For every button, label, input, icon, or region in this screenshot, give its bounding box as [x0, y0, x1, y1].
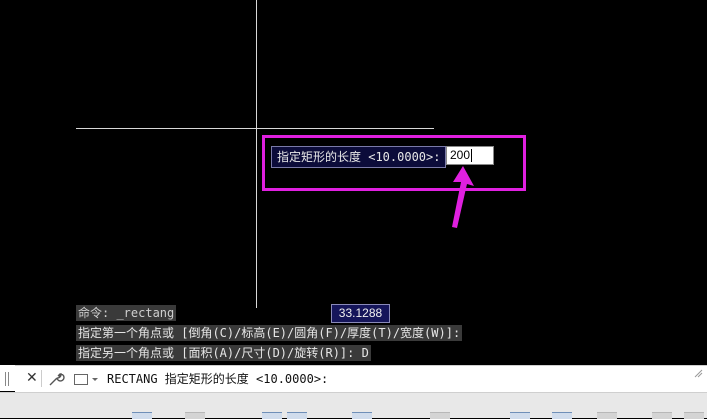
- status-toggle[interactable]: [132, 412, 152, 419]
- status-toggle[interactable]: [684, 412, 704, 419]
- resize-corner-icon[interactable]: [693, 368, 703, 378]
- status-toggle[interactable]: [262, 412, 282, 419]
- status-toggle[interactable]: [185, 412, 205, 419]
- command-line: ✕ RECTANG 指定矩形的长度 <10.0000>:: [15, 365, 707, 392]
- grip-handle-icon: [5, 372, 9, 386]
- status-bar: [0, 392, 707, 419]
- dynamic-input-prompt: 指定矩形的长度 <10.0000>:: [271, 146, 447, 168]
- status-toggle[interactable]: [287, 412, 307, 419]
- command-history-line: 指定另一个角点或 [面积(A)/尺寸(D)/旋转(R)]: D: [76, 345, 371, 361]
- drawing-canvas[interactable]: 指定矩形的长度 <10.0000>: 200 33.1288 命令: _rect…: [0, 0, 707, 365]
- coordinate-tooltip: 33.1288: [331, 304, 390, 323]
- crosshair-horizontal: [76, 128, 434, 129]
- status-toggle[interactable]: [352, 412, 372, 419]
- command-line-grip[interactable]: [0, 365, 15, 391]
- command-history-line: 指定第一个角点或 [倒角(C)/标高(E)/圆角(F)/厚度(T)/宽度(W)]…: [76, 325, 463, 341]
- status-toggle[interactable]: [597, 412, 617, 419]
- close-icon[interactable]: ✕: [26, 370, 38, 386]
- command-line-divider: [41, 370, 42, 387]
- status-toggle[interactable]: [552, 412, 572, 419]
- annotation-arrow-icon: [452, 166, 474, 228]
- status-toggle[interactable]: [510, 412, 530, 419]
- command-input[interactable]: RECTANG 指定矩形的长度 <10.0000>:: [107, 370, 328, 388]
- status-toggle[interactable]: [430, 412, 450, 419]
- status-toggle[interactable]: [652, 412, 672, 419]
- command-dropdown-icon[interactable]: [73, 371, 101, 387]
- wrench-icon[interactable]: [47, 370, 65, 388]
- command-history-line: 命令: _rectang: [76, 305, 177, 321]
- crosshair-vertical: [256, 0, 257, 308]
